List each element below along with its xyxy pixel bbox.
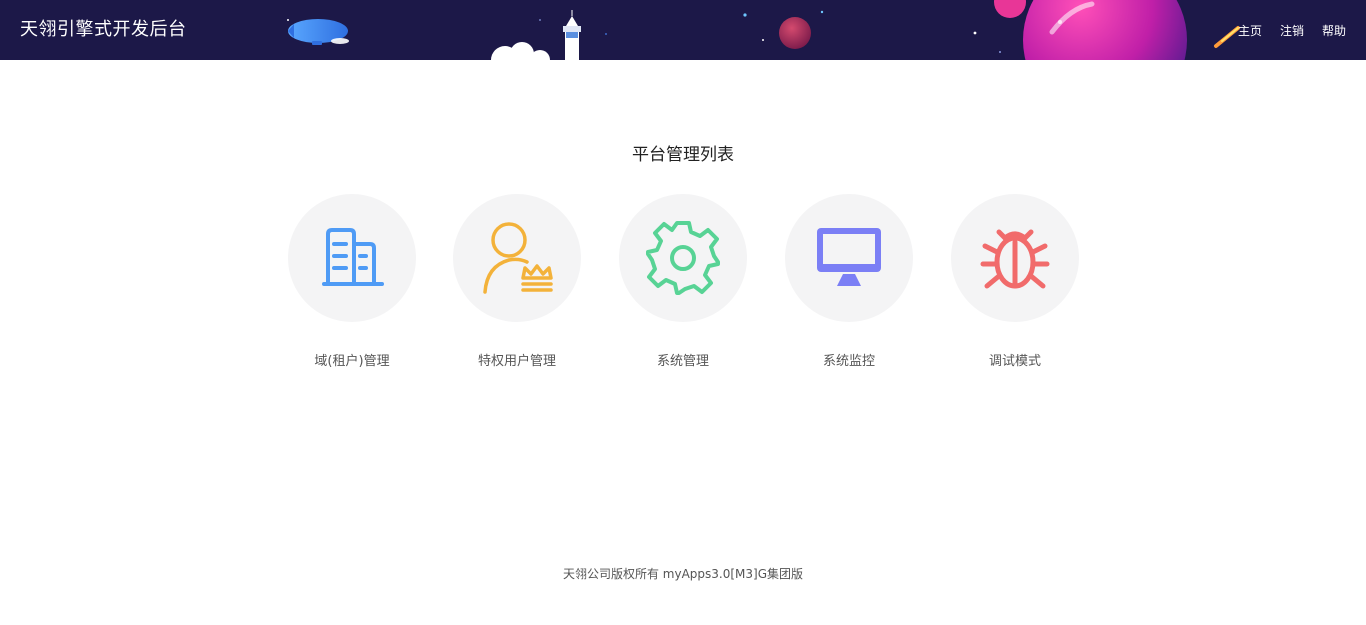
module-privileged-user-management[interactable]: 特权用户管理 [442,194,592,369]
header-decoration [287,0,1240,60]
module-system-management[interactable]: 系统管理 [608,194,758,369]
section-title: 平台管理列表 [632,145,734,165]
nav-help-link[interactable]: 帮助 [1322,22,1346,39]
module-label: 系统管理 [656,354,709,369]
monitor-icon [817,228,881,286]
user-crown-icon [483,222,553,294]
module-label: 特权用户管理 [477,354,556,369]
gear-icon [646,221,720,295]
top-header: 天翎引擎式开发后台 主页 注销 帮助 [0,0,1366,60]
module-label: 域(租户)管理 [314,354,390,369]
module-icon-circle[interactable] [453,194,581,322]
module-label: 调试模式 [988,354,1041,369]
module-system-monitoring[interactable]: 系统监控 [774,194,924,369]
module-domain-tenant-management[interactable]: 域(租户)管理 [277,194,427,369]
bug-icon [980,229,1050,289]
module-debug-mode[interactable]: 调试模式 [940,194,1090,369]
nav-home-link[interactable]: 主页 [1238,22,1262,39]
app-title: 天翎引擎式开发后台 [20,19,187,40]
module-label: 系统监控 [822,354,875,369]
module-icon-circle[interactable] [785,194,913,322]
top-nav: 主页 注销 帮助 [1238,0,1346,60]
blimp-illustration [288,19,349,45]
module-icon-circle[interactable] [619,194,747,322]
cloud-illustration [491,42,550,60]
building-icon [322,228,384,286]
footer-copyright: 天翎公司版权所有 myApps3.0[M3]G集团版 [562,567,804,581]
lighthouse-illustration [563,10,581,60]
module-icon-circle[interactable] [288,194,416,322]
nav-logout-link[interactable]: 注销 [1280,22,1304,39]
module-icon-circle[interactable] [951,194,1079,322]
